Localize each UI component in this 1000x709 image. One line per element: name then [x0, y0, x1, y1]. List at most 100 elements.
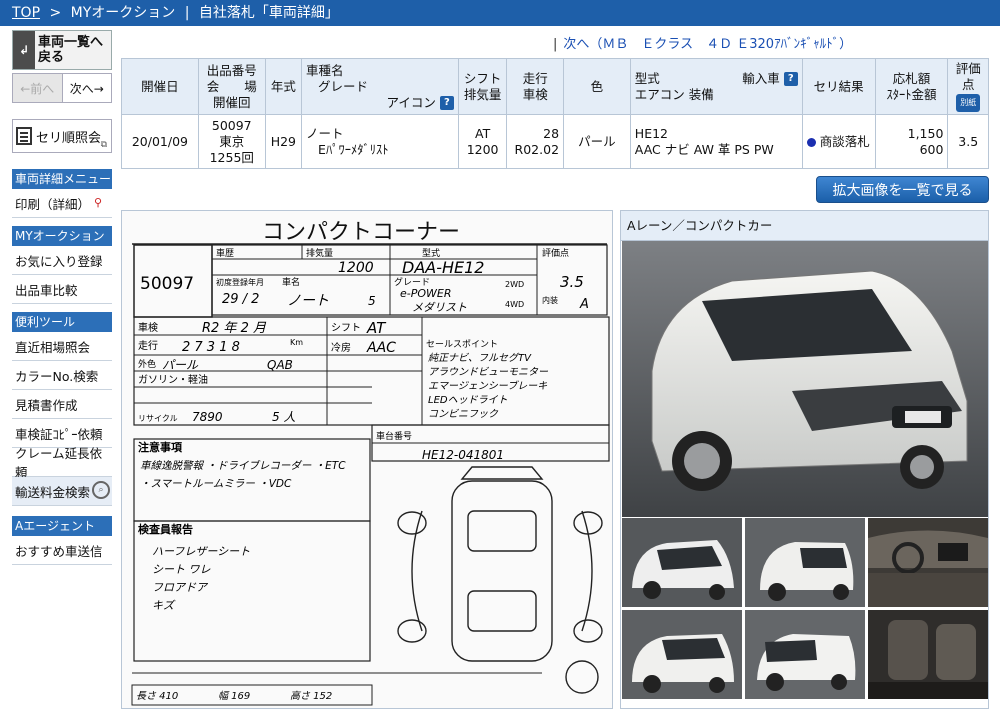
- cell-displacement: 1200: [466, 141, 499, 157]
- thumbnail-interior-dash[interactable]: [868, 518, 988, 607]
- import-help-icon[interactable]: ?: [783, 72, 798, 86]
- sheet-recycle: 7890: [192, 410, 223, 424]
- vehicle-info-table: 開催日 出品番号 会 場 開催回 年式 車種名 グレード アイコン ? シフト …: [121, 58, 989, 169]
- breadcrumb-separator: >: [49, 5, 62, 21]
- seri-order-button[interactable]: セリ順照会 ⧉: [12, 119, 112, 153]
- sheet-sales-2: アラウンドビューモニター: [428, 366, 549, 378]
- prev-button[interactable]: ←前へ: [13, 74, 63, 102]
- sheet-shift-label: シフト: [331, 323, 361, 334]
- breadcrumb-myauction: MYオークション: [70, 5, 176, 21]
- help-icon[interactable]: ?: [439, 96, 454, 110]
- next-vehicle-link[interactable]: 次へ（ＭＢ Ｅクラス ４Ｄ Ｅ320ｱﾊﾞﾝｷﾞｬﾙﾄﾞ）: [563, 37, 852, 52]
- print-detail-label: 印刷（詳細）: [15, 196, 91, 212]
- magnifier-icon: ⌕: [92, 481, 110, 499]
- header-year: 年式: [264, 58, 303, 115]
- sheet-year: 29 / 2: [222, 292, 259, 307]
- thumbnail-rear-right[interactable]: [745, 610, 865, 699]
- cell-bid-value: 1,150: [907, 125, 944, 141]
- cell-year: H29: [264, 114, 303, 169]
- sheet-name-label: 車名: [282, 276, 300, 288]
- thumbnail-interior-seats[interactable]: [868, 610, 988, 699]
- sheet-sales-3: エマージェンシーブレーキ: [428, 380, 547, 392]
- seri-order-label: セリ順照会: [36, 130, 102, 146]
- sheet-inspect-4: キズ: [152, 599, 176, 612]
- sheet-lot: 50097: [140, 274, 194, 294]
- sheet-model: DAA-HE12: [402, 258, 484, 277]
- sheet-sales-1: 純正ナビ、フルセグTV: [428, 352, 532, 364]
- next-vehicle-line: | 次へ（ＭＢ Ｅクラス ４Ｄ Ｅ320ｱﾊﾞﾝｷﾞｬﾙﾄﾞ）: [553, 33, 852, 52]
- sheet-displacement: 1200: [338, 260, 374, 276]
- market-link[interactable]: 直近相場照会: [12, 332, 112, 361]
- table-header-row: 開催日 出品番号 会 場 開催回 年式 車種名 グレード アイコン ? シフト …: [121, 58, 989, 115]
- sheet-inspect-2: シート ワレ: [152, 563, 211, 576]
- auction-sheet[interactable]: コンパクトコーナー 50097 車歴 排気量 1200 型式 DAA-HE12 …: [121, 210, 613, 709]
- sheet-capacity: 5 人: [272, 410, 295, 424]
- cell-name: ノート Eﾊﾟﾜｰﾒﾀﾞﾘｽﾄ: [301, 114, 459, 169]
- header-date: 開催日: [121, 58, 199, 115]
- sheet-color-label: 外色: [138, 358, 156, 370]
- sheet-color-no: QAB: [267, 358, 293, 372]
- header-lot-1: 出品番号: [206, 62, 257, 78]
- header-shift: シフト 排気量: [457, 58, 508, 115]
- thumbnail-rear-left[interactable]: [745, 518, 865, 607]
- header-model-2: エアコン 装備: [634, 86, 714, 102]
- cell-lot-no: 50097: [211, 117, 252, 133]
- header-score: 評価点 別紙: [947, 58, 989, 115]
- sheet-ac-label: 冷房: [331, 341, 351, 354]
- cell-equipment: AAC ナビ AW 革 PS PW: [634, 141, 774, 157]
- header-shift-2: 排気量: [463, 86, 502, 102]
- vehicle-photo-panel: Aレーン／コンパクトカー: [620, 210, 989, 709]
- header-bid: 応札額 ｽﾀｰﾄ金額: [874, 58, 949, 115]
- sheet-shaken: R2 年 2 月: [202, 321, 267, 336]
- header-import: 輸入車: [742, 70, 780, 86]
- thumbnail-front-right[interactable]: [622, 610, 742, 699]
- cell-date: 20/01/09: [121, 114, 199, 169]
- header-color: 色: [563, 58, 631, 115]
- claim-link[interactable]: クレーム延長依頼: [12, 446, 112, 480]
- header-model: 型式 輸入車 ? エアコン 装備: [629, 58, 803, 115]
- result-dot-icon: [806, 137, 816, 147]
- sheet-shaken-label: 車検: [138, 321, 158, 334]
- print-detail-link[interactable]: 印刷（詳細） ⚲: [12, 189, 112, 218]
- header-model-1: 型式: [634, 70, 660, 86]
- back-label-line2: 戻る: [38, 50, 65, 65]
- compare-link[interactable]: 出品車比較: [12, 275, 112, 304]
- sheet-interior: A: [579, 297, 589, 312]
- favorite-link[interactable]: お気に入り登録: [12, 246, 112, 275]
- thumbnail-front-left[interactable]: [622, 518, 742, 607]
- main-vehicle-photo[interactable]: [622, 241, 988, 517]
- cell-lot: 50097 東京 1255回: [197, 114, 266, 169]
- sheet-inspect-1: ハーフレザーシート: [152, 545, 250, 558]
- header-lot-3: 開催回: [213, 94, 251, 110]
- back-label-line1: 車両一覧へ: [38, 35, 104, 50]
- agent-menu-header: Aエージェント: [12, 516, 112, 536]
- score-sheet-badge[interactable]: 別紙: [956, 94, 981, 112]
- estimate-link[interactable]: 見積書作成: [12, 390, 112, 419]
- header-name-2: グレード: [318, 78, 369, 94]
- sheet-4wd: 4WD: [505, 300, 524, 309]
- header-mileage-1: 走行: [522, 70, 548, 86]
- shipping-search-link[interactable]: 輸送料金検索 ⌕: [12, 477, 112, 506]
- sheet-interior-label: 内装: [542, 295, 558, 305]
- cell-shift-value: AT: [475, 125, 491, 141]
- header-mileage: 走行 車検: [506, 58, 565, 115]
- cell-start-value: 600: [919, 141, 944, 157]
- header-name-3: アイコン: [386, 94, 436, 110]
- breadcrumb-top-link[interactable]: TOP: [12, 5, 40, 21]
- recommend-link[interactable]: おすすめ車送信: [12, 536, 112, 565]
- sheet-sales-label: セールスポイント: [426, 339, 498, 350]
- view-large-images-button[interactable]: 拡大画像を一覧で見る: [816, 176, 989, 203]
- sheet-inspect-label: 検査員報告: [138, 522, 193, 536]
- sheet-ac: AAC: [366, 340, 396, 356]
- sheet-sales-5: コンビニフック: [428, 408, 499, 420]
- sheet-fuel: ガソリン・軽油: [138, 373, 208, 386]
- sheet-dims-2: 幅 169: [218, 690, 250, 702]
- auction-sheet-drawing: コンパクトコーナー 50097 車歴 排気量 1200 型式 DAA-HE12 …: [122, 211, 612, 708]
- next-button[interactable]: 次へ→: [62, 74, 111, 102]
- list-icon: [16, 127, 32, 145]
- color-search-link[interactable]: カラーNo.検索: [12, 361, 112, 390]
- sheet-chassis-label: 車台番号: [376, 430, 412, 442]
- sheet-chassis: HE12-041801: [422, 448, 504, 462]
- sheet-2wd: 2WD: [505, 280, 524, 289]
- back-to-list-button[interactable]: ↲ 車両一覧へ 戻る: [12, 30, 112, 70]
